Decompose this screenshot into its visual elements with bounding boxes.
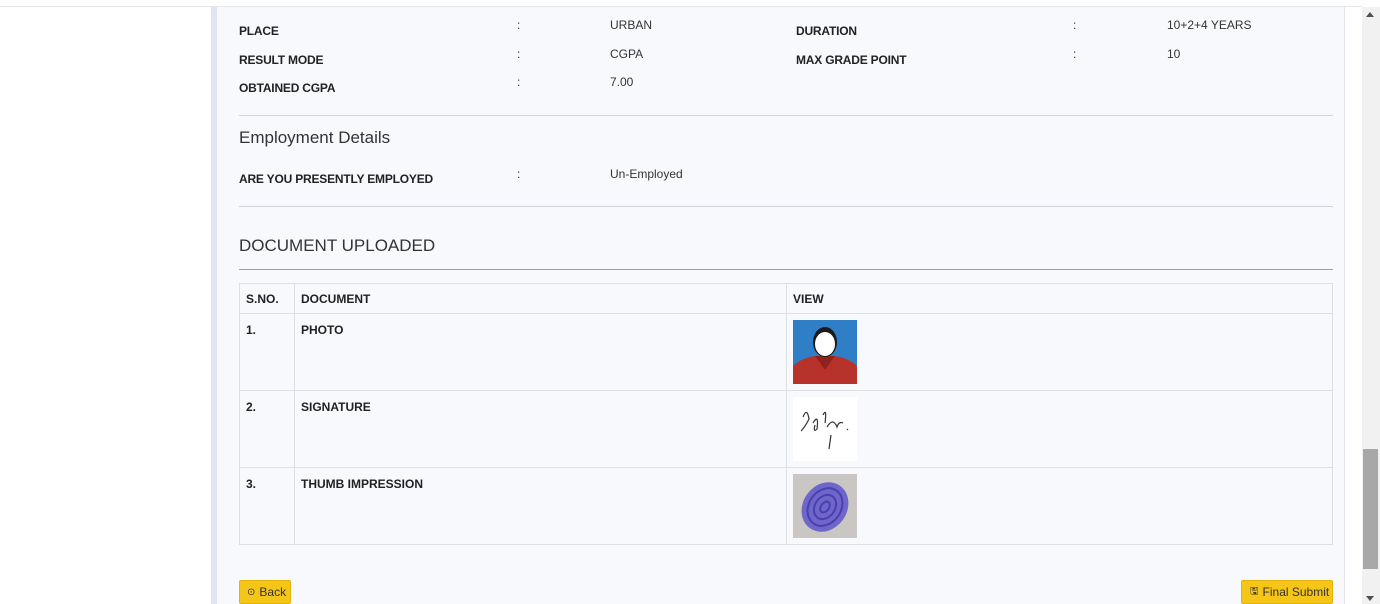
row-sno: 1. xyxy=(239,313,295,391)
content-right-border xyxy=(1344,7,1345,604)
final-submit-label: Final Submit xyxy=(1262,585,1330,599)
row-view xyxy=(786,467,1333,545)
divider xyxy=(239,206,1333,207)
final-submit-button[interactable]: 🖫 Final Submit xyxy=(1241,580,1333,604)
employed-label: ARE YOU PRESENTLY EMPLOYED xyxy=(239,172,433,186)
documents-title: DOCUMENT UPLOADED xyxy=(239,236,436,255)
documents-table: S.NO. DOCUMENT VIEW 1. PHOTO 2. SIGNATUR… xyxy=(239,283,1333,545)
row-view xyxy=(786,313,1333,391)
cgpa-value: 7.00 xyxy=(610,75,634,89)
thumb-impression-thumbnail[interactable] xyxy=(793,474,857,538)
table-row: 1. PHOTO xyxy=(239,313,1333,391)
employment-title: Employment Details xyxy=(239,128,391,147)
employed-value: Un-Employed xyxy=(610,167,683,181)
separator: : xyxy=(517,75,521,89)
header-document: DOCUMENT xyxy=(294,283,787,314)
separator: : xyxy=(517,167,521,181)
separator: : xyxy=(517,18,521,32)
row-document: PHOTO xyxy=(294,313,787,391)
table-header-row: S.NO. DOCUMENT VIEW xyxy=(239,283,1333,314)
separator: : xyxy=(1073,47,1077,61)
header-sno: S.NO. xyxy=(239,283,295,314)
result-mode-value: CGPA xyxy=(610,47,644,61)
row-document: SIGNATURE xyxy=(294,390,787,468)
scroll-up-icon[interactable] xyxy=(1366,12,1374,17)
place-value: URBAN xyxy=(610,18,653,32)
max-grade-label: MAX GRADE POINT xyxy=(796,53,907,67)
photo-thumbnail[interactable] xyxy=(793,320,857,384)
row-document: THUMB IMPRESSION xyxy=(294,467,787,545)
circle-arrow-icon: ⊙ xyxy=(247,586,256,598)
duration-label: DURATION xyxy=(796,24,857,38)
result-mode-label: RESULT MODE xyxy=(239,53,324,67)
table-row: 3. THUMB IMPRESSION xyxy=(239,467,1333,545)
signature-thumbnail[interactable] xyxy=(793,397,857,461)
scrollbar-thumb[interactable] xyxy=(1363,449,1378,569)
documents-divider xyxy=(239,269,1333,270)
row-sno: 3. xyxy=(239,467,295,545)
header-view: VIEW xyxy=(786,283,1333,314)
duration-value: 10+2+4 YEARS xyxy=(1167,18,1252,32)
max-grade-value: 10 xyxy=(1167,47,1181,61)
back-button[interactable]: ⊙ Back xyxy=(239,580,291,604)
cgpa-label: OBTAINED CGPA xyxy=(239,81,336,95)
floppy-disk-icon: 🖫 xyxy=(1250,585,1259,597)
row-view xyxy=(786,390,1333,468)
table-row: 2. SIGNATURE xyxy=(239,390,1333,468)
separator: : xyxy=(517,47,521,61)
row-sno: 2. xyxy=(239,390,295,468)
scroll-down-icon[interactable] xyxy=(1366,596,1374,601)
divider xyxy=(239,115,1333,116)
back-button-label: Back xyxy=(259,585,287,599)
place-label: PLACE xyxy=(239,24,279,38)
separator: : xyxy=(1073,18,1077,32)
